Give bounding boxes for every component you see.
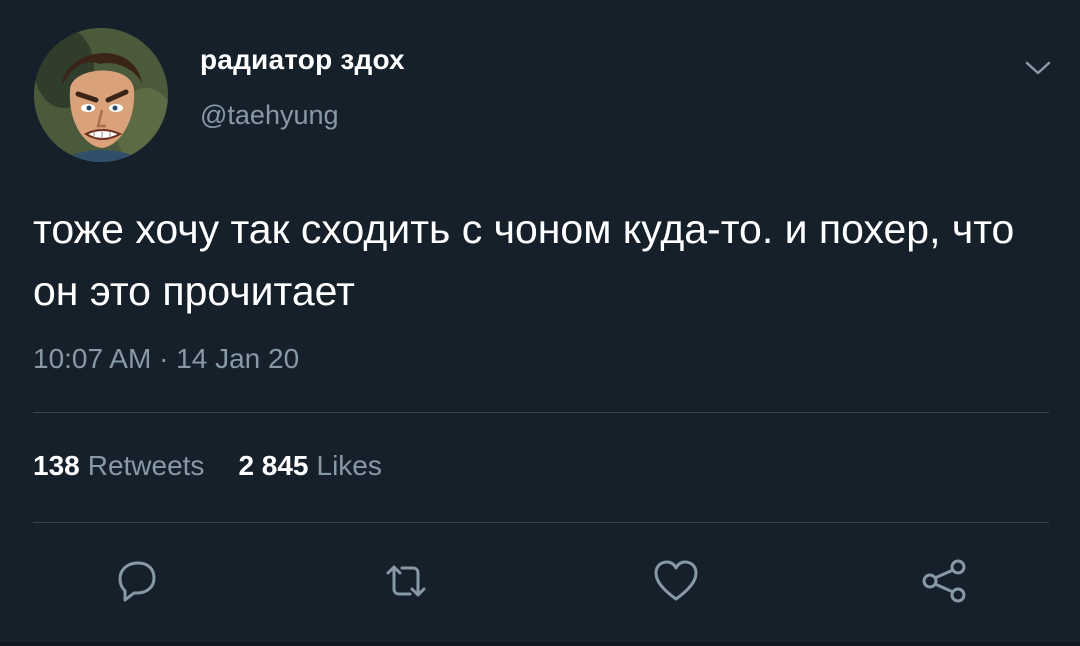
reply-button[interactable] [110, 555, 162, 607]
bottom-edge [0, 642, 1080, 646]
chevron-down-icon [1025, 61, 1051, 75]
retweets-label: Retweets [87, 450, 205, 481]
retweet-button[interactable] [380, 555, 432, 607]
share-icon [922, 559, 966, 603]
likes-count: 2 845 [238, 450, 309, 481]
retweets-count: 138 [33, 450, 80, 481]
tweet-menu-button[interactable] [1018, 48, 1058, 88]
likes-label: Likes [316, 450, 382, 481]
tweet-stats: 138 Retweets 2 845 Likes [33, 450, 416, 482]
retweets-stat[interactable]: 138 Retweets [33, 450, 204, 482]
retweet-icon [386, 565, 426, 597]
tweet-text: тоже хочу так сходить с чоном куда-то. и… [33, 206, 1015, 314]
display-name[interactable]: радиатор здох [200, 44, 405, 76]
heart-icon [654, 560, 698, 601]
tweet-timestamp: 10:07 AM · 14 Jan 20 [33, 343, 300, 374]
divider [33, 522, 1049, 523]
likes-stat[interactable]: 2 845 Likes [238, 450, 381, 482]
avatar-image [34, 28, 168, 162]
divider [33, 412, 1049, 413]
user-handle[interactable]: @taehyung [200, 100, 339, 131]
like-button[interactable] [650, 555, 702, 607]
reply-icon [118, 561, 156, 602]
share-button[interactable] [918, 555, 970, 607]
avatar[interactable] [34, 28, 168, 162]
